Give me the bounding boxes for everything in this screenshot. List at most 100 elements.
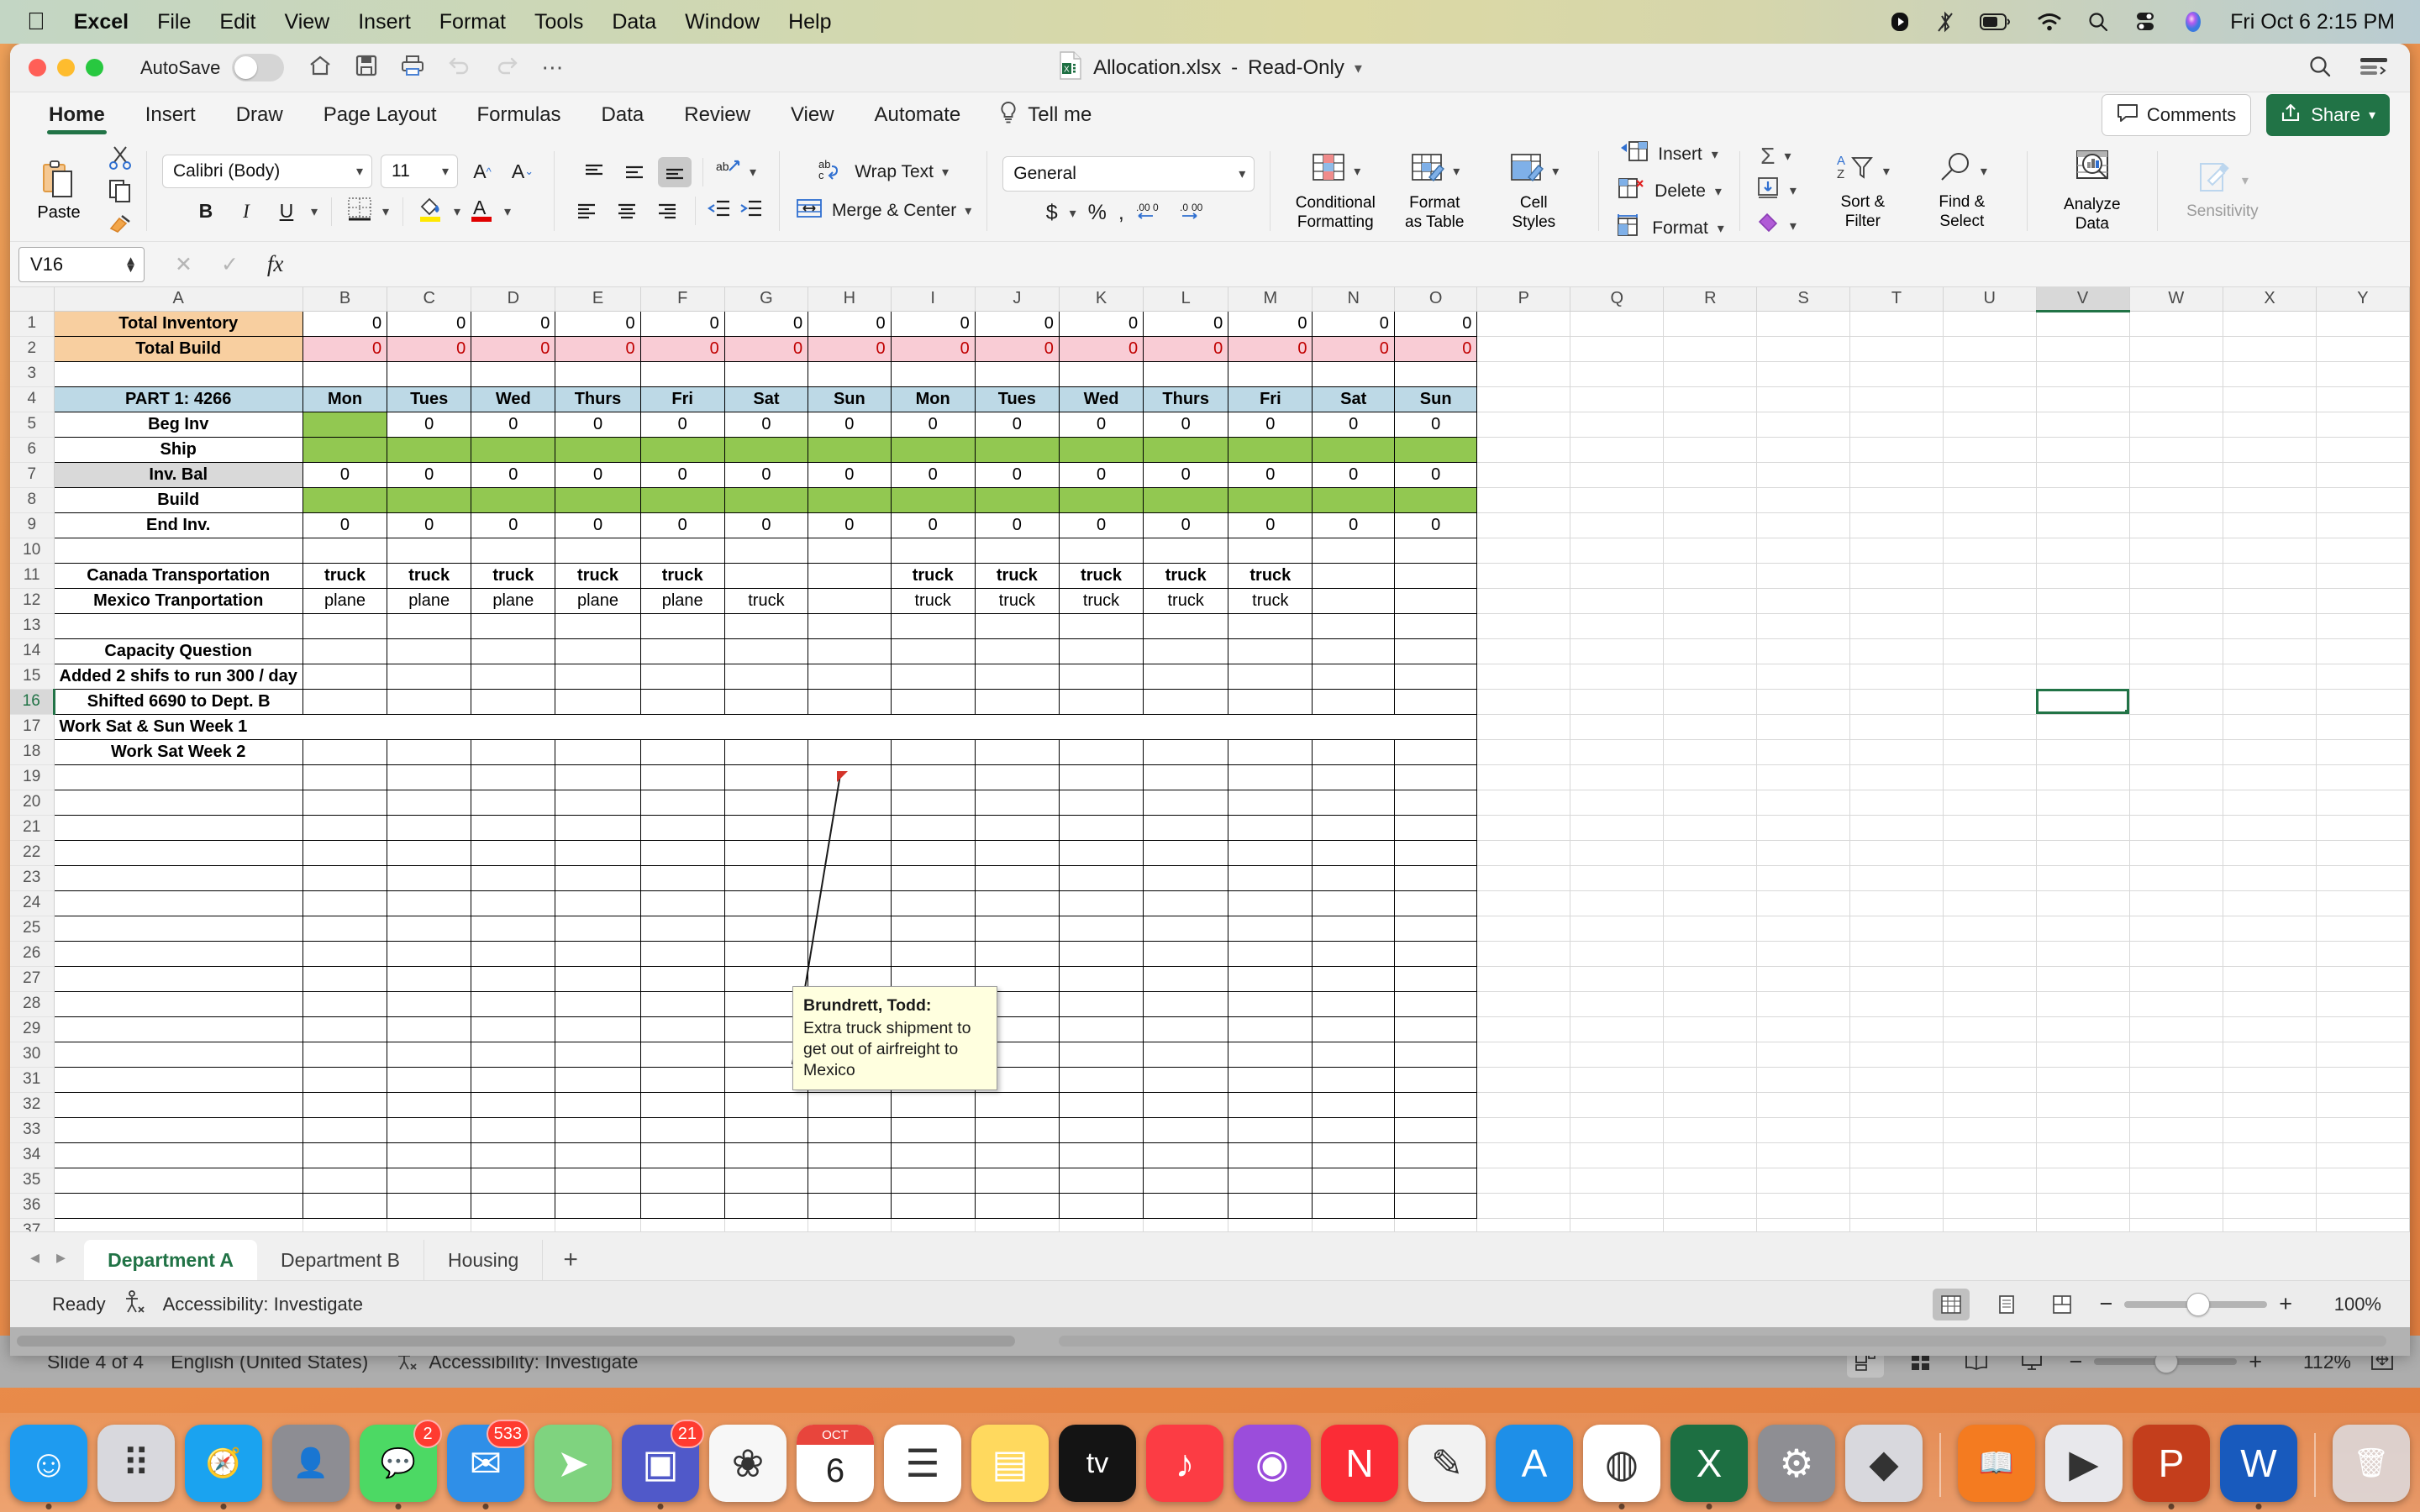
cell-U3[interactable] xyxy=(1943,361,2037,387)
cell-C3[interactable] xyxy=(387,360,472,387)
cell-D19[interactable] xyxy=(471,764,556,790)
menu-bar-clock[interactable]: Fri Oct 6 2:15 PM xyxy=(2230,10,2395,34)
cell-S14[interactable] xyxy=(1756,638,1851,664)
cell-U12[interactable] xyxy=(1943,588,2037,614)
cell-J24[interactable] xyxy=(974,890,1060,916)
italic-button[interactable]: I xyxy=(230,196,262,228)
text-orientation-icon[interactable]: ab xyxy=(714,157,743,186)
cell-N8[interactable] xyxy=(1312,486,1395,513)
cell-O30[interactable] xyxy=(1393,1041,1478,1068)
cell-U6[interactable] xyxy=(1943,437,2037,463)
cell-S36[interactable] xyxy=(1756,1193,1851,1219)
cell-C8[interactable] xyxy=(387,486,472,513)
cell-X34[interactable] xyxy=(2223,1142,2317,1168)
cell-O14[interactable] xyxy=(1393,638,1478,664)
cell-R26[interactable] xyxy=(1663,941,1758,967)
cell-X23[interactable] xyxy=(2223,865,2317,891)
table-row[interactable]: 28 xyxy=(10,990,2410,1017)
cell-L6[interactable] xyxy=(1143,436,1229,463)
cell-X5[interactable] xyxy=(2223,412,2317,438)
col-header-R[interactable]: R xyxy=(1663,287,1758,312)
cell-P6[interactable] xyxy=(1476,437,1571,463)
cell-F36[interactable] xyxy=(639,1192,725,1219)
cell-B22[interactable] xyxy=(302,839,388,866)
cell-R24[interactable] xyxy=(1663,890,1758,916)
cell-X29[interactable] xyxy=(2223,1016,2317,1042)
cell-P33[interactable] xyxy=(1476,1117,1571,1143)
cell-M29[interactable] xyxy=(1228,1016,1313,1042)
cell-Q25[interactable] xyxy=(1570,916,1665,942)
cell-W2[interactable] xyxy=(2129,336,2224,362)
cell-T36[interactable] xyxy=(1849,1193,1944,1219)
control-center-icon[interactable] xyxy=(2134,11,2156,33)
cell-H32[interactable] xyxy=(808,1091,892,1118)
cell-G10[interactable] xyxy=(723,537,809,564)
cell-K32[interactable] xyxy=(1058,1091,1144,1118)
tab-page-layout[interactable]: Page Layout xyxy=(303,92,457,138)
powerpoint-icon[interactable]: P xyxy=(2133,1425,2210,1509)
cell-K6[interactable] xyxy=(1058,436,1144,463)
cell-W28[interactable] xyxy=(2129,991,2224,1017)
cell-E14[interactable] xyxy=(555,638,641,664)
autosum-button[interactable]: Σ ▾ xyxy=(1760,143,1791,170)
merge-center-button[interactable]: Merge & Center ▾ xyxy=(795,196,971,226)
zoom-track[interactable] xyxy=(2094,1350,2238,1373)
cell-H25[interactable] xyxy=(808,915,892,942)
cell-L3[interactable] xyxy=(1143,360,1229,387)
cell-M30[interactable] xyxy=(1228,1041,1313,1068)
comments-button[interactable]: Comments xyxy=(2101,94,2252,136)
cell-F8[interactable] xyxy=(639,486,725,513)
table-row[interactable]: 24 xyxy=(10,890,2410,916)
print-icon[interactable] xyxy=(400,54,425,81)
cell-N22[interactable] xyxy=(1312,839,1395,866)
cell-D13[interactable] xyxy=(471,612,556,639)
cell-Q27[interactable] xyxy=(1570,966,1665,992)
cell-X21[interactable] xyxy=(2223,815,2317,841)
cell-V10[interactable] xyxy=(2036,538,2130,564)
cell-K10[interactable] xyxy=(1058,537,1144,564)
cell-P7[interactable] xyxy=(1476,462,1571,488)
cell-R7[interactable] xyxy=(1663,462,1758,488)
zoom-slider[interactable]: − + xyxy=(2099,1291,2292,1317)
cell-Y17[interactable] xyxy=(2316,714,2410,740)
cell-O16[interactable] xyxy=(1393,688,1478,715)
cell-B28[interactable] xyxy=(302,990,388,1017)
cell-L4[interactable]: Thurs xyxy=(1143,386,1229,412)
cell-N31[interactable] xyxy=(1312,1066,1395,1093)
cell-M21[interactable] xyxy=(1228,814,1313,841)
bluetooth-off-icon[interactable] xyxy=(1936,10,1954,34)
cell-E20[interactable] xyxy=(555,789,641,816)
cell-U24[interactable] xyxy=(1943,890,2037,916)
align-top-button[interactable] xyxy=(577,157,611,187)
cell-U22[interactable] xyxy=(1943,840,2037,866)
cell-I19[interactable] xyxy=(890,764,976,790)
row-header-31[interactable]: 31 xyxy=(10,1067,55,1093)
cell-R18[interactable] xyxy=(1663,739,1758,765)
cell-J8[interactable] xyxy=(974,486,1060,513)
cell-K24[interactable] xyxy=(1058,890,1144,916)
cell-Q33[interactable] xyxy=(1570,1117,1665,1143)
maps-icon[interactable]: ➤ xyxy=(534,1425,612,1502)
cell-O7[interactable]: 0 xyxy=(1393,461,1478,488)
cell-G33[interactable] xyxy=(723,1116,809,1143)
cell-T15[interactable] xyxy=(1849,664,1944,690)
col-header-Q[interactable]: Q xyxy=(1570,287,1665,312)
cell-P30[interactable] xyxy=(1476,1042,1571,1068)
cell-M8[interactable] xyxy=(1228,486,1313,513)
cell-J7[interactable]: 0 xyxy=(974,461,1060,488)
teams-icon[interactable]: ▣ 21 xyxy=(622,1420,704,1509)
cell-A14[interactable]: Capacity Question xyxy=(53,638,303,664)
cell-I20[interactable] xyxy=(890,789,976,816)
cell-M13[interactable] xyxy=(1228,612,1313,639)
cell-Y26[interactable] xyxy=(2316,941,2410,967)
cell-E31[interactable] xyxy=(555,1066,641,1093)
save-icon[interactable] xyxy=(355,54,378,81)
table-row[interactable]: 8 Build xyxy=(10,486,2410,513)
cell-D2[interactable]: 0 xyxy=(471,335,556,362)
cell-Y20[interactable] xyxy=(2316,790,2410,816)
cell-C28[interactable] xyxy=(387,990,472,1017)
fill-color-icon[interactable] xyxy=(417,195,445,228)
cell-V12[interactable] xyxy=(2036,588,2130,614)
cell-U21[interactable] xyxy=(1943,815,2037,841)
row-header-8[interactable]: 8 xyxy=(10,487,55,513)
